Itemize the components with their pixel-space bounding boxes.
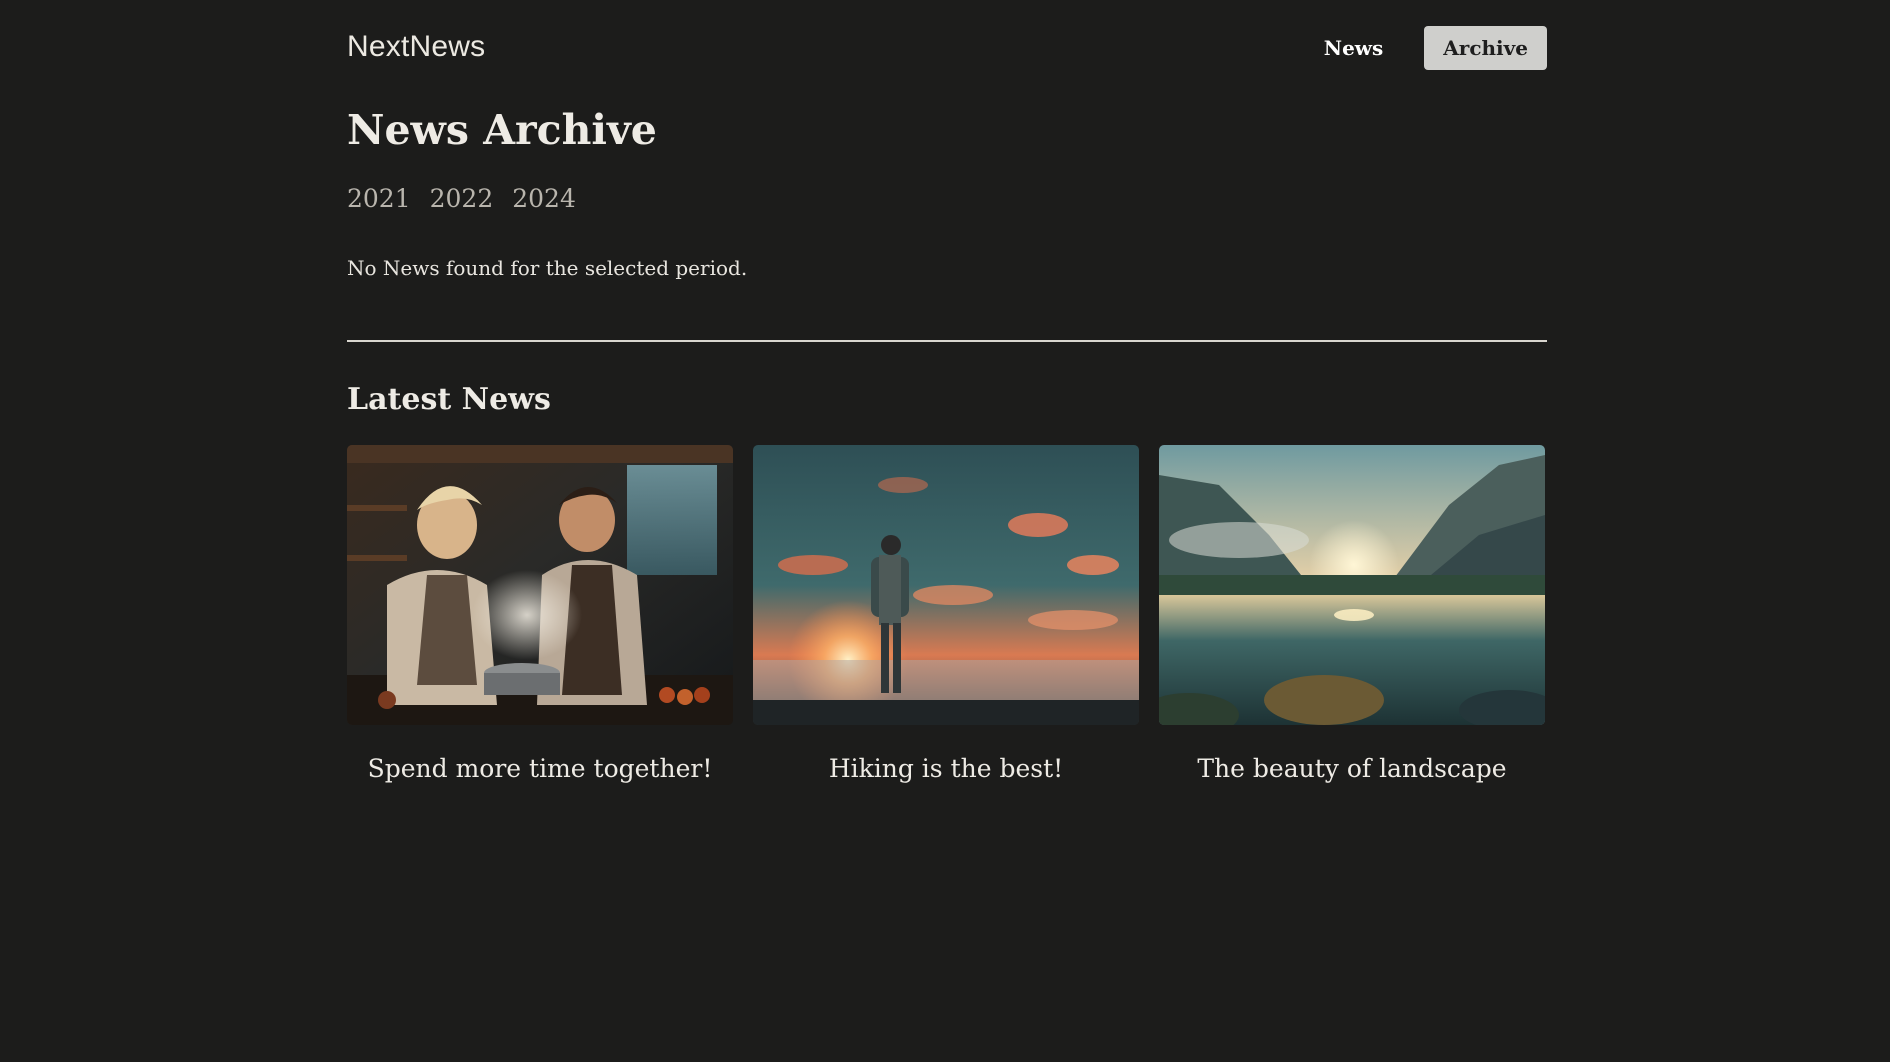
page-title: News Archive (347, 106, 657, 154)
news-card[interactable]: Hiking is the best! (753, 445, 1139, 785)
news-card[interactable]: The beauty of landscape (1159, 445, 1545, 785)
latest-news-grid: Spend more time together! Hiking is the … (347, 445, 1547, 785)
news-card-title[interactable]: Hiking is the best! (753, 753, 1139, 785)
main-nav: News Archive (1305, 26, 1547, 70)
couple-cooking-image[interactable] (347, 445, 733, 725)
page-container: NextNews News Archive News Archive 2021 … (347, 0, 1547, 783)
year-link-2024[interactable]: 2024 (512, 183, 576, 215)
nav-archive-link[interactable]: Archive (1424, 26, 1547, 70)
year-filter: 2021 2022 2024 (347, 183, 576, 215)
news-card-title[interactable]: Spend more time together! (347, 753, 733, 785)
mountain-lake-image[interactable] (1159, 445, 1545, 725)
nav-news-link[interactable]: News (1305, 26, 1402, 70)
site-header: NextNews News Archive (347, 0, 1547, 98)
hiker-sunset-image[interactable] (753, 445, 1139, 725)
news-card[interactable]: Spend more time together! (347, 445, 733, 785)
site-logo[interactable]: NextNews (347, 30, 485, 64)
year-link-2021[interactable]: 2021 (347, 183, 411, 215)
news-card-title[interactable]: The beauty of landscape (1159, 753, 1545, 785)
year-link-2022[interactable]: 2022 (430, 183, 494, 215)
section-divider (347, 340, 1547, 342)
latest-news-heading: Latest News (347, 382, 551, 417)
empty-state-message: No News found for the selected period. (347, 256, 748, 280)
